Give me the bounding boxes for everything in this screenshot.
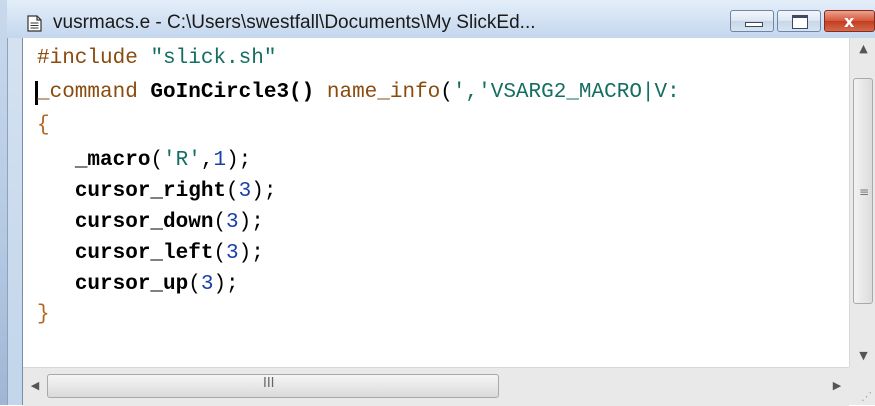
document-icon	[27, 15, 42, 32]
punctuation: );	[238, 242, 264, 265]
code-line[interactable]: _macro('R',1);	[37, 148, 251, 174]
identifier: cursor_right	[74, 180, 227, 203]
brace: {	[37, 114, 50, 137]
number-literal: 3	[226, 211, 239, 234]
window-title: vusrmacs.e - C:\Users\swestfall\Document…	[53, 12, 536, 33]
grip-icon: III	[263, 376, 275, 391]
punctuation: (	[213, 242, 227, 265]
code-line[interactable]: #include "slick.sh"	[37, 46, 276, 72]
number-literal: 1	[213, 149, 227, 172]
number-literal: 3	[226, 242, 239, 265]
minimize-button[interactable]	[730, 10, 774, 32]
identifier: _macro	[74, 149, 151, 172]
code-line[interactable]: cursor_left(3);	[37, 241, 264, 267]
code-line[interactable]: }	[37, 302, 50, 328]
punctuation: );	[251, 180, 277, 203]
keyword: #include	[37, 47, 138, 70]
editor-client-area: #include "slick.sh" _command GoInCircle3…	[22, 38, 875, 406]
horizontal-scroll-thumb[interactable]: III	[47, 374, 499, 398]
maximize-button[interactable]	[777, 10, 821, 32]
number-literal: 3	[238, 180, 252, 203]
code-line[interactable]: _command GoInCircle3() name_info(','VSAR…	[37, 80, 680, 106]
punctuation: (	[213, 211, 227, 234]
code-line[interactable]: cursor_down(3);	[37, 210, 264, 236]
keyword: _command	[37, 81, 138, 104]
punctuation: (	[150, 149, 164, 172]
scroll-up-icon[interactable]: ▲	[850, 38, 875, 60]
minimize-icon	[745, 22, 763, 27]
number-literal: 3	[200, 273, 214, 296]
scroll-left-icon[interactable]: ◀	[23, 372, 47, 400]
identifier: cursor_down	[74, 211, 214, 234]
string-literal: "slick.sh"	[150, 47, 277, 70]
horizontal-scrollbar[interactable]: ◀ III ▶	[23, 367, 849, 406]
code-editor[interactable]: #include "slick.sh" _command GoInCircle3…	[23, 38, 849, 367]
string-literal: ','VSARG2_MACRO|V:	[452, 81, 680, 104]
vertical-scroll-thumb[interactable]: ≡	[853, 78, 873, 304]
punctuation: ,	[200, 149, 214, 172]
code-line[interactable]: cursor_right(3);	[37, 179, 277, 205]
resize-grip-icon: ⋰	[861, 390, 872, 403]
code-line[interactable]: cursor_up(3);	[37, 272, 239, 298]
grip-icon: ≡	[859, 185, 870, 199]
resize-grip[interactable]: ⋰	[849, 367, 875, 405]
scroll-right-icon[interactable]: ▶	[825, 372, 849, 400]
punctuation: );	[238, 211, 264, 234]
close-icon: x	[844, 12, 855, 31]
identifier: GoInCircle3()	[137, 81, 315, 104]
string-literal: 'R'	[163, 149, 201, 172]
maximize-icon	[792, 15, 808, 29]
punctuation: (	[226, 180, 239, 203]
close-button[interactable]: x	[824, 10, 875, 32]
punctuation: );	[213, 273, 239, 296]
vertical-scrollbar[interactable]: ▲ ≡ ▼	[849, 38, 875, 367]
punctuation: );	[226, 149, 252, 172]
punctuation: (	[188, 273, 201, 296]
keyword: name_info	[314, 81, 441, 104]
brace: }	[37, 303, 50, 326]
punctuation: (	[440, 81, 453, 104]
identifier: cursor_left	[74, 242, 214, 265]
window-left-border	[0, 0, 8, 405]
identifier: cursor_up	[74, 273, 189, 296]
code-line[interactable]: {	[37, 113, 50, 139]
scroll-down-icon[interactable]: ▼	[850, 345, 875, 367]
